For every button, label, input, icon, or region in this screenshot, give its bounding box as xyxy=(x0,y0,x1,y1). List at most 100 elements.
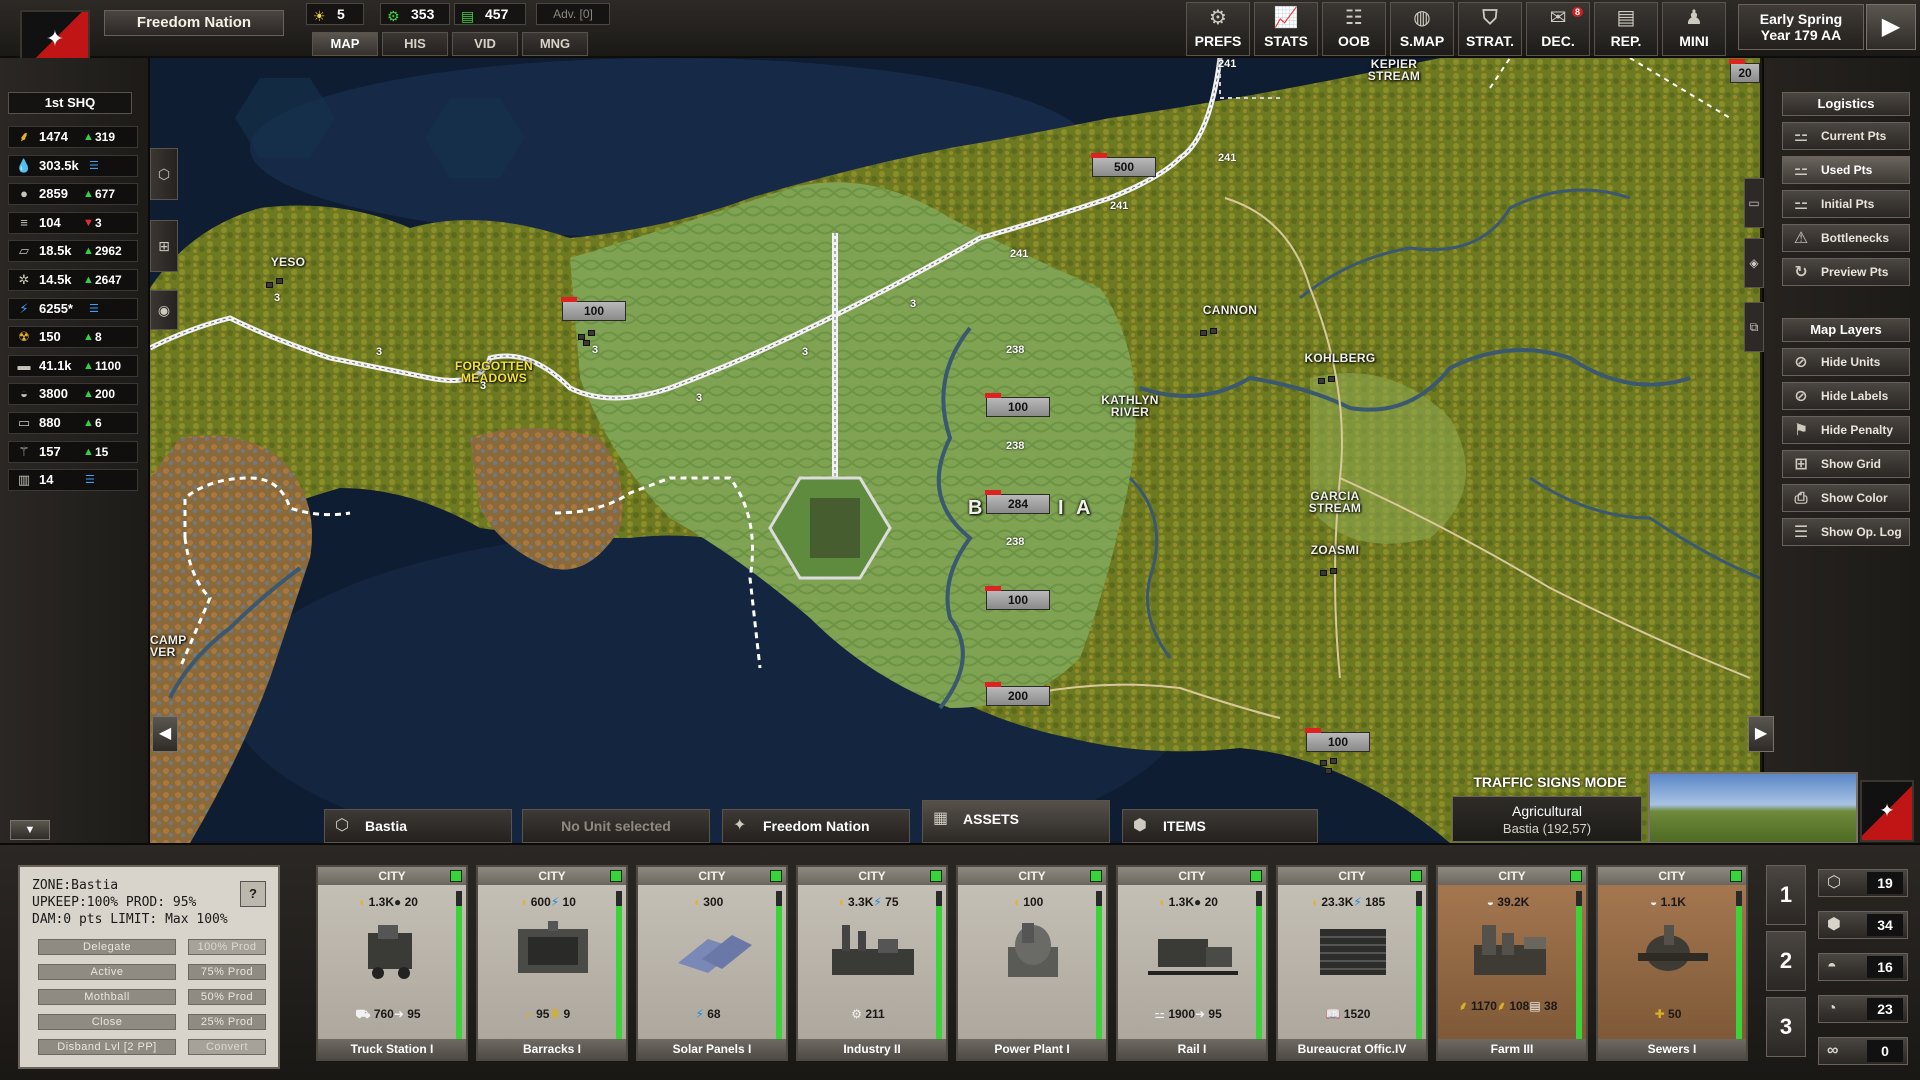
advisor-button[interactable]: Adv. [0] xyxy=(536,3,610,25)
logistics-initial-pts-button[interactable]: ⚍ Initial Pts xyxy=(1782,190,1910,218)
resource-row-water[interactable]: 💧 303.5k ☰ xyxy=(8,154,138,177)
zone-delegate-button[interactable]: Delegate xyxy=(38,939,176,955)
menu-strat-button[interactable]: ⛉ STRAT. xyxy=(1458,2,1522,56)
resource-chip-money[interactable]: ▤ 457 xyxy=(454,3,526,25)
resource-chip-sun[interactable]: ☀ 5 xyxy=(306,3,364,25)
tab-items[interactable]: ⬢ ITEMS xyxy=(1122,809,1318,843)
city-icon[interactable] xyxy=(1318,372,1344,392)
zone-mothball-button[interactable]: Mothball xyxy=(38,989,176,1005)
tab-mng[interactable]: MNG xyxy=(522,32,588,56)
city-icon[interactable] xyxy=(1200,324,1226,344)
next-turn-button[interactable]: ▶ xyxy=(1866,4,1916,50)
map-scroll-right-button[interactable]: ▶ xyxy=(1748,716,1774,752)
city-icon[interactable] xyxy=(1320,564,1346,584)
zone-convert-button[interactable]: Convert xyxy=(188,1039,266,1055)
logistics-used-pts-button[interactable]: ⚍ Used Pts xyxy=(1782,156,1910,184)
asset-card-solar-panels-i[interactable]: CITY ◖ 300 ⚡ 68 Solar Panels I xyxy=(636,865,788,1061)
zone-disband-lvl-pp-button[interactable]: Disband Lvl [2 PP] xyxy=(38,1039,176,1055)
tab-unit[interactable]: No Unit selected xyxy=(522,809,710,843)
resource-row-bread[interactable]: ◒ 3800 ▲ 200 xyxy=(8,383,138,406)
tab-vid[interactable]: VID xyxy=(452,32,518,56)
map-value-tag[interactable]: 100 xyxy=(561,297,626,321)
asset-card-sewers-i[interactable]: CITY ◒ 1.1K ✚ 50 Sewers I xyxy=(1596,865,1748,1061)
resource-row-food[interactable]: ⸙ 1474 ▲ 319 xyxy=(8,126,138,148)
resource-row-fuel[interactable]: ≡ 104 ▼ 3 xyxy=(8,211,138,234)
page-3-button[interactable]: 3 xyxy=(1766,997,1806,1057)
counter-helmet[interactable]: ◓ 16 xyxy=(1818,953,1908,981)
logistics-preview-pts-button[interactable]: ↻ Preview Pts xyxy=(1782,258,1910,286)
map-value-tag[interactable]: 284 xyxy=(985,490,1050,514)
zone-50-prod-button[interactable]: 50% Prod xyxy=(188,989,266,1005)
map-value-tag[interactable]: 100 xyxy=(985,586,1050,610)
zone-close-button[interactable]: Close xyxy=(38,1014,176,1030)
map-value-tag[interactable]: 100 xyxy=(985,393,1050,417)
layer-hide-labels-button[interactable]: ⊘ Hide Labels xyxy=(1782,382,1910,410)
resource-row-ammo[interactable]: ▬ 41.1k ▲ 1100 xyxy=(8,354,138,377)
asset-card-power-plant-i[interactable]: CITY ◖ 100 Power Plant I xyxy=(956,865,1108,1061)
asset-card-rail-i[interactable]: CITY ◖ 1.3K● 20 ⚍ 1900➜ 95 Rail I xyxy=(1116,865,1268,1061)
city-icon[interactable] xyxy=(578,328,604,348)
menu-stats-button[interactable]: 📈 STATS xyxy=(1254,2,1318,56)
counter-multi-hex[interactable]: ⬢ 34 xyxy=(1818,911,1908,939)
asset-card-bureaucrat-offic-iv[interactable]: CITY ◖ 23.3K⚡ 185 📖 1520 Bureaucrat Offic.I… xyxy=(1276,865,1428,1061)
city-icon[interactable] xyxy=(266,276,292,296)
map-scroll-left-button[interactable]: ◀ xyxy=(152,716,178,752)
resource-row-energy[interactable]: ⚡ 6255* ☰ xyxy=(8,297,138,320)
counter-link[interactable]: ∞ 0 xyxy=(1818,1037,1908,1065)
zone-active-button[interactable]: Active xyxy=(38,964,176,980)
asset-card-truck-station-i[interactable]: CITY ◖ 1.3K● 20 ⛟ 760➜ 95 Truck Station I xyxy=(316,865,468,1061)
map-tool-cube[interactable]: ⬡ xyxy=(150,148,178,200)
hq-title[interactable]: 1st SHQ xyxy=(8,92,132,114)
map-collapse-button[interactable]: ▼ xyxy=(10,820,50,840)
map-value-tag[interactable]: 20 xyxy=(1729,59,1760,83)
panel-tool-layers[interactable]: ◈ xyxy=(1744,238,1764,288)
layer-show-grid-button[interactable]: ⊞ Show Grid xyxy=(1782,450,1910,478)
layer-show-op-log-button[interactable]: ☰ Show Op. Log xyxy=(1782,518,1910,546)
zone-75-prod-button[interactable]: 75% Prod xyxy=(188,964,266,980)
resource-chip-gear[interactable]: ⚙ 353 xyxy=(380,3,450,25)
tab-map[interactable]: MAP xyxy=(312,32,378,56)
page-2-button[interactable]: 2 xyxy=(1766,931,1806,991)
menu-oob-button[interactable]: ☷ OOB xyxy=(1322,2,1386,56)
map-value-tag[interactable]: 200 xyxy=(985,682,1050,706)
map-tool-network[interactable]: ⊞ xyxy=(150,220,178,272)
help-button[interactable]: ? xyxy=(240,881,266,907)
map-value-tag[interactable]: 500 xyxy=(1091,153,1156,177)
map-terrain[interactable] xyxy=(150,58,1760,843)
resource-row-radiation[interactable]: ☢ 150 ▲ 8 xyxy=(8,326,138,349)
menu-smap-button[interactable]: ◍ S.MAP xyxy=(1390,2,1454,56)
game-map[interactable]: YESO FORGOTTEN MEADOWS CANNON KOHLBERG K… xyxy=(150,58,1760,843)
layer-show-color-button[interactable]: ⎙ Show Color xyxy=(1782,484,1910,512)
resource-row-crate[interactable]: ▭ 880 ▲ 6 xyxy=(8,412,138,434)
panel-tool-copy[interactable]: ⧉ xyxy=(1744,302,1764,352)
logistics-bottlenecks-button[interactable]: ⚠ Bottlenecks xyxy=(1782,224,1910,252)
menu-dec-button[interactable]: ✉ 8 DEC. xyxy=(1526,2,1590,56)
map-value-tag[interactable]: 100 xyxy=(1305,728,1370,752)
asset-card-barracks-i[interactable]: CITY ◖ 600⚡ 10 ⌐ 95♜ 9 Barracks I xyxy=(476,865,628,1061)
resource-row-oil[interactable]: ● 2859 ▲ 677 xyxy=(8,183,138,206)
resource-row-metal[interactable]: ▱ 18.5k ▲ 2962 xyxy=(8,240,138,263)
counter-hex[interactable]: ⬡ 19 xyxy=(1818,869,1908,897)
city-icon[interactable] xyxy=(1320,754,1346,774)
menu-rep-button[interactable]: ▤ REP. xyxy=(1594,2,1658,56)
tab-nation[interactable]: ✦ Freedom Nation xyxy=(722,809,910,843)
tab-zone-bastia[interactable]: ⬡ Bastia xyxy=(324,809,512,843)
nation-name[interactable]: Freedom Nation xyxy=(104,10,284,36)
page-1-button[interactable]: 1 xyxy=(1766,865,1806,925)
asset-card-industry-ii[interactable]: CITY ◖ 3.3K⚡ 75 ⚙ 211 Industry II xyxy=(796,865,948,1061)
tab-assets[interactable]: ▦ ASSETS xyxy=(922,800,1110,843)
logistics-current-pts-button[interactable]: ⚍ Current Pts xyxy=(1782,122,1910,150)
counter-helmet2[interactable]: ◔ 23 xyxy=(1818,995,1908,1023)
menu-prefs-button[interactable]: ⚙ PREFS xyxy=(1186,2,1250,56)
menu-mini-button[interactable]: ♟ MINI xyxy=(1662,2,1726,56)
resource-row-medic[interactable]: ⚚ 157 ▲ 15 xyxy=(8,440,138,463)
layer-hide-units-button[interactable]: ⊘ Hide Units xyxy=(1782,348,1910,376)
layer-hide-penalty-button[interactable]: ⚑ Hide Penalty xyxy=(1782,416,1910,444)
zone-25-prod-button[interactable]: 25% Prod xyxy=(188,1014,266,1030)
resource-row-building[interactable]: ▥ 14 ☰ xyxy=(8,469,138,492)
zone-100-prod-button[interactable]: 100% Prod xyxy=(188,939,266,955)
map-tool-target[interactable]: ◉ xyxy=(150,290,178,330)
asset-card-farm-iii[interactable]: CITY ◒ 39.2K ⸙ 1170⸙ 108▤ 38 Farm III xyxy=(1436,865,1588,1061)
resource-row-parts[interactable]: ✲ 14.5k ▲ 2647 xyxy=(8,269,138,291)
tab-his[interactable]: HIS xyxy=(382,32,448,56)
